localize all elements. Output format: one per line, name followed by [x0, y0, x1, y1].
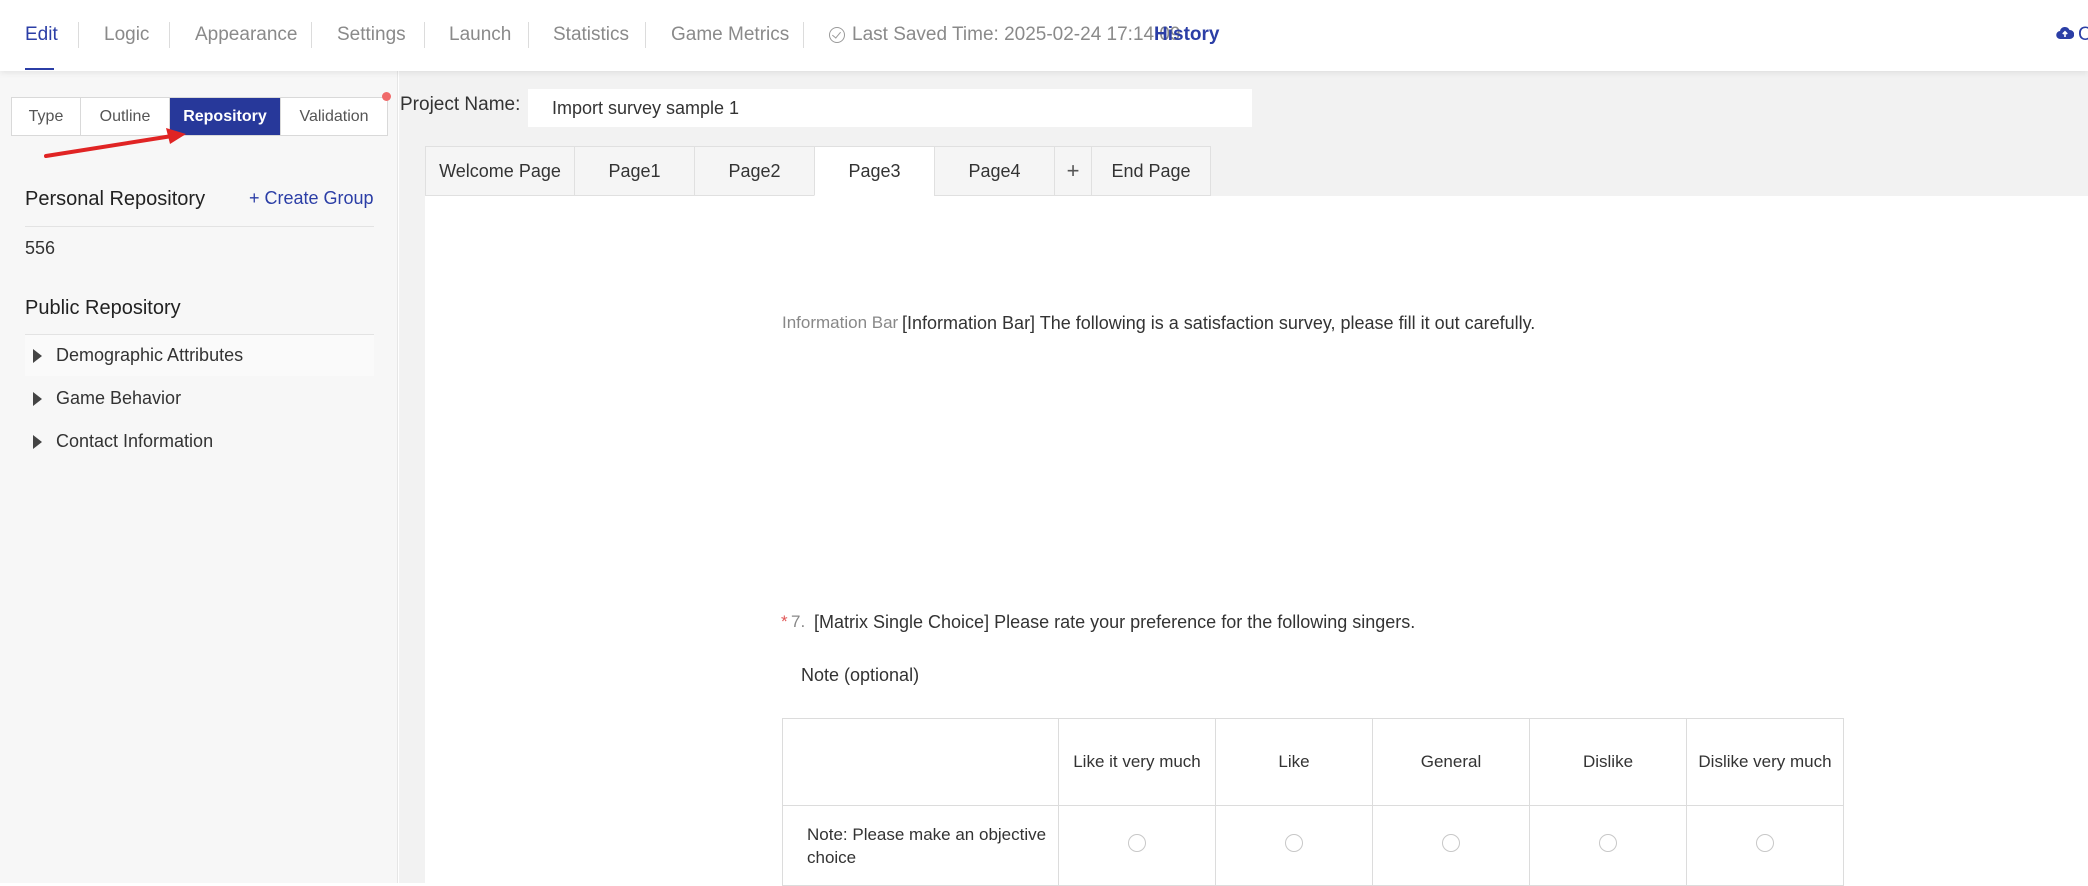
nav-logic[interactable]: Logic: [104, 24, 149, 46]
create-group-button[interactable]: + Create Group: [249, 188, 374, 209]
required-mark: *: [781, 612, 788, 631]
cloud-action-label[interactable]: C: [2078, 24, 2088, 46]
nav-divider: [528, 22, 529, 48]
matrix-row-label: Note: Please make an objective choice: [782, 805, 1059, 886]
matrix-column-header: Like it very much: [1058, 718, 1216, 806]
nav-divider: [803, 22, 804, 48]
history-link[interactable]: History: [1154, 24, 1219, 46]
matrix-row: Note: Please make an objective choice: [782, 805, 1844, 886]
tab-validation[interactable]: Validation: [281, 98, 387, 135]
tree-item-label: Game Behavior: [56, 388, 182, 408]
nav-appearance[interactable]: Appearance: [195, 24, 297, 46]
survey-canvas: Information Bar [Information Bar] The fo…: [425, 196, 2088, 886]
main-editor: Project Name: Welcome Page Page1 Page2 P…: [399, 71, 2088, 886]
public-repository-title: Public Repository: [25, 297, 181, 319]
page-tab-welcome[interactable]: Welcome Page: [425, 146, 574, 196]
matrix-cell: [1529, 805, 1687, 886]
last-saved-time: Last Saved Time: 2025-02-24 17:14:09: [852, 24, 1181, 45]
matrix-cell: [1686, 805, 1844, 886]
page-tab-page3[interactable]: Page3: [814, 146, 934, 196]
project-name-label: Project Name:: [400, 94, 521, 115]
nav-statistics[interactable]: Statistics: [553, 24, 629, 46]
tree-item-label: Contact Information: [56, 431, 214, 451]
nav-edit[interactable]: Edit: [25, 24, 58, 46]
question-number: 7.: [791, 612, 806, 631]
personal-group-item[interactable]: 556: [25, 238, 55, 259]
add-page-button[interactable]: +: [1054, 146, 1091, 196]
top-navigation: Edit Logic Appearance Settings Launch St…: [0, 0, 2088, 71]
radio-button[interactable]: [1599, 834, 1617, 852]
nav-active-indicator: [25, 68, 54, 70]
divider: [25, 226, 374, 227]
matrix-cell: [1058, 805, 1216, 886]
matrix-column-header: Dislike: [1529, 718, 1687, 806]
nav-divider: [169, 22, 170, 48]
nav-launch[interactable]: Launch: [449, 24, 511, 46]
check-circle-icon: [829, 27, 845, 43]
matrix-column-header: General: [1372, 718, 1530, 806]
matrix-header-row: Like it very much Like General Dislike D…: [782, 718, 1844, 806]
radio-button[interactable]: [1756, 834, 1774, 852]
page-tab-page1[interactable]: Page1: [574, 146, 694, 196]
nav-divider: [78, 22, 79, 48]
nav-divider: [311, 22, 312, 48]
matrix-table: Like it very much Like General Dislike D…: [782, 718, 1844, 886]
caret-right-icon: [33, 434, 42, 449]
public-repo-item-contact[interactable]: Contact Information: [25, 421, 374, 462]
page-tab-page2[interactable]: Page2: [694, 146, 814, 196]
personal-repository-title: Personal Repository: [25, 188, 206, 210]
matrix-column-header: Like: [1215, 718, 1373, 806]
question-note[interactable]: Note (optional): [801, 665, 919, 686]
cloud-upload-icon[interactable]: [2056, 26, 2074, 40]
annotation-arrow-icon: [44, 128, 186, 158]
radio-button[interactable]: [1128, 834, 1146, 852]
matrix-cell: [1215, 805, 1373, 886]
matrix-column-header: Dislike very much: [1686, 718, 1844, 806]
page-tab-end[interactable]: End Page: [1091, 146, 1211, 196]
info-bar-text[interactable]: [Information Bar] The following is a sat…: [902, 313, 1535, 334]
public-repo-item-demographic[interactable]: Demographic Attributes: [25, 335, 374, 376]
tree-item-label: Demographic Attributes: [56, 345, 244, 365]
public-repo-item-game-behavior[interactable]: Game Behavior: [25, 378, 374, 419]
page-tab-page4[interactable]: Page4: [934, 146, 1054, 196]
nav-settings[interactable]: Settings: [337, 24, 406, 46]
question-title[interactable]: [Matrix Single Choice] Please rate your …: [814, 612, 1415, 633]
radio-button[interactable]: [1285, 834, 1303, 852]
nav-divider: [424, 22, 425, 48]
nav-divider: [645, 22, 646, 48]
radio-button[interactable]: [1442, 834, 1460, 852]
matrix-corner-cell: [782, 718, 1059, 806]
matrix-cell: [1372, 805, 1530, 886]
sidebar: Type Outline Repository Validation Perso…: [0, 71, 398, 883]
project-name-input[interactable]: [528, 89, 1252, 127]
caret-right-icon: [33, 391, 42, 406]
nav-game-metrics[interactable]: Game Metrics: [671, 24, 789, 46]
page-tabs: Welcome Page Page1 Page2 Page3 Page4 + E…: [425, 146, 1211, 196]
caret-right-icon: [33, 348, 42, 363]
notification-dot: [382, 92, 391, 101]
info-bar-label: Information Bar: [782, 313, 899, 332]
